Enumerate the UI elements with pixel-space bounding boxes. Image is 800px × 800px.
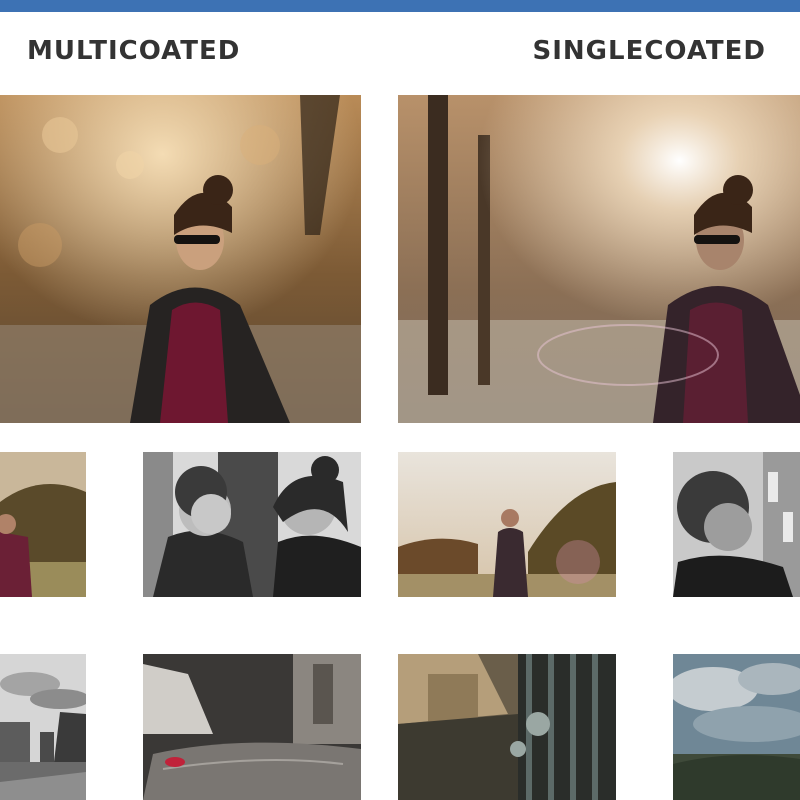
top-accent-bar (0, 0, 800, 12)
photo-car-hood-rose-petal (143, 654, 361, 800)
heading-multicoated: MULTICOATED (27, 36, 241, 66)
photo-child-bw-crop (673, 452, 800, 597)
photo-field-portrait-crop (0, 452, 86, 597)
photo-autumn-portrait-singlecoated (398, 95, 800, 423)
photo-mother-and-child-bw (143, 452, 361, 597)
photo-city-skyline-bw (0, 654, 86, 800)
photo-cloudy-sky-crop (673, 654, 800, 800)
photo-autumn-portrait-multicoated (0, 95, 361, 423)
photo-building-reflection (398, 654, 616, 800)
heading-singlecoated: SINGLECOATED (532, 36, 766, 66)
photo-field-portrait-flare (398, 452, 616, 597)
